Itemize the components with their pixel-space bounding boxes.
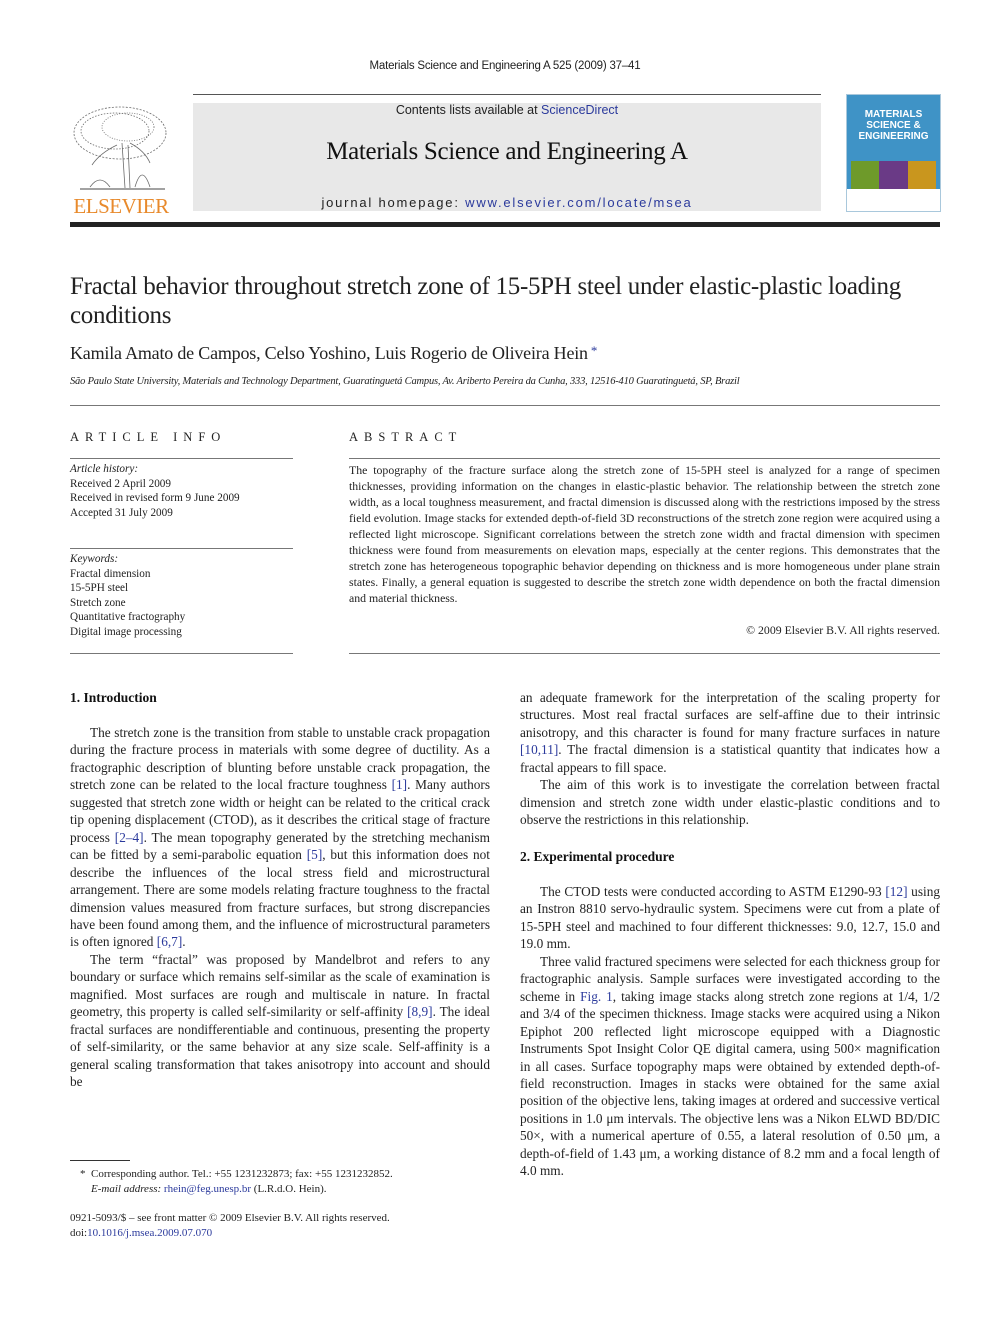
cover-line-1: MATERIALS [864,109,923,120]
right-paragraph-1: an adequate framework for the interpreta… [520,690,940,775]
keywords-rule [70,548,293,549]
corresponding-author-footnote: * Corresponding author. Tel.: +55 123123… [80,1167,500,1196]
corresponding-author-mark[interactable]: * [591,343,598,358]
footnote-mark: * [80,1168,86,1180]
doi-link[interactable]: 10.1016/j.msea.2009.07.070 [87,1227,212,1239]
exp-paragraph-2: Three valid fractured specimens were sel… [520,953,940,1179]
author-list: Kamila Amato de Campos, Celso Yoshino, L… [70,343,940,364]
keyword: 15-5PH steel [70,582,129,595]
contents-prefix: Contents lists available at [395,103,542,117]
article-history: Article history: Received 2 April 2009 R… [70,462,293,520]
cover-micrograph-gold [907,161,936,189]
citation-link[interactable]: [12] [885,884,907,899]
introduction-heading: 1. Introduction [70,690,157,705]
article-info-rule [70,458,293,459]
homepage-link[interactable]: www.elsevier.com/locate/msea [465,195,692,210]
citation-link[interactable]: [5] [307,847,323,862]
article-info-bottom-rule [70,653,293,654]
publisher-name: ELSEVIER [73,194,169,218]
masthead-rule [70,222,940,227]
abstract-rule [349,458,940,459]
experimental-heading: 2. Experimental procedure [520,849,675,864]
abstract-text: The topography of the fracture surface a… [349,463,940,605]
cover-micrograph-purple [879,161,908,189]
exp-paragraph-1: The CTOD tests were conducted according … [520,884,941,952]
right-paragraph-2: The aim of this work is to investigate t… [520,777,940,828]
history-received: Received 2 April 2009 [70,477,171,490]
cover-line-2: SCIENCE & [866,120,921,131]
keyword: Digital image processing [70,625,182,638]
citation-link[interactable]: [6,7] [157,934,182,949]
journal-homepage: journal homepage: www.elsevier.com/locat… [193,195,821,210]
article-title: Fractal behavior throughout stretch zone… [70,273,901,329]
title-rule [70,405,940,406]
history-accepted: Accepted 31 July 2009 [70,506,173,519]
authors: Kamila Amato de Campos, Celso Yoshino, L… [70,343,588,363]
email-suffix: (L.R.d.O. Hein). [251,1182,327,1195]
figure-link[interactable]: Fig. 1 [580,989,613,1004]
article-info-heading: ARTICLE INFO [70,430,227,444]
header-rule [193,94,821,95]
intro-paragraph-1: The stretch zone is the transition from … [70,725,491,950]
keywords-label: Keywords: [70,553,119,565]
intro-paragraph-2: The term “fractal” was proposed by Mande… [70,951,490,1090]
keywords: Keywords: Fractal dimension 15-5PH steel… [70,552,293,640]
history-revised: Received in revised form 9 June 2009 [70,492,240,505]
citation-link[interactable]: [1] [392,777,408,792]
affiliation: São Paulo State University, Materials an… [70,376,740,387]
cover-micrograph-green [851,161,880,189]
homepage-prefix: journal homepage: [321,195,466,210]
sciencedirect-link[interactable]: ScienceDirect [541,103,618,117]
doi-label: doi: [70,1226,88,1239]
contents-line: Contents lists available at ScienceDirec… [193,103,821,117]
experimental-body: The CTOD tests were conducted according … [520,883,940,1180]
history-label: Article history: [70,463,139,475]
issn-line: 0921-5093/$ – see front matter © 2009 El… [70,1212,390,1224]
cover-title: MATERIALS SCIENCE & ENGINEERING [847,109,940,142]
footnote-corresponding: Corresponding author. Tel.: +55 12312328… [91,1168,393,1180]
introduction-body: The stretch zone is the transition from … [70,724,490,1091]
issn-footer: 0921-5093/$ – see front matter © 2009 El… [70,1211,500,1240]
running-head: Materials Science and Engineering A 525 … [369,60,641,72]
abstract-copyright: © 2009 Elsevier B.V. All rights reserved… [746,623,940,637]
abstract-bottom-rule [349,653,940,654]
cover-line-3: ENGINEERING [858,131,929,142]
journal-cover-image: MATERIALS SCIENCE & ENGINEERING [846,94,941,212]
citation-link[interactable]: [2–4] [115,830,144,845]
email-link[interactable]: rhein@feg.unesp.br [164,1183,251,1195]
citation-link[interactable]: [10,11] [520,742,558,757]
keyword: Fractal dimension [70,567,151,580]
cover-micrographs [851,161,936,189]
introduction-continued: an adequate framework for the interpreta… [520,689,940,829]
email-label: E-mail address: [91,1182,164,1195]
journal-name: Materials Science and Engineering A [326,138,688,165]
keyword: Quantitative fractography [70,611,186,624]
keyword: Stretch zone [70,596,126,609]
abstract-heading: ABSTRACT [349,430,463,444]
cover-footer [847,189,940,211]
footnote-rule [70,1160,130,1161]
citation-link[interactable]: [8,9] [407,1004,432,1019]
